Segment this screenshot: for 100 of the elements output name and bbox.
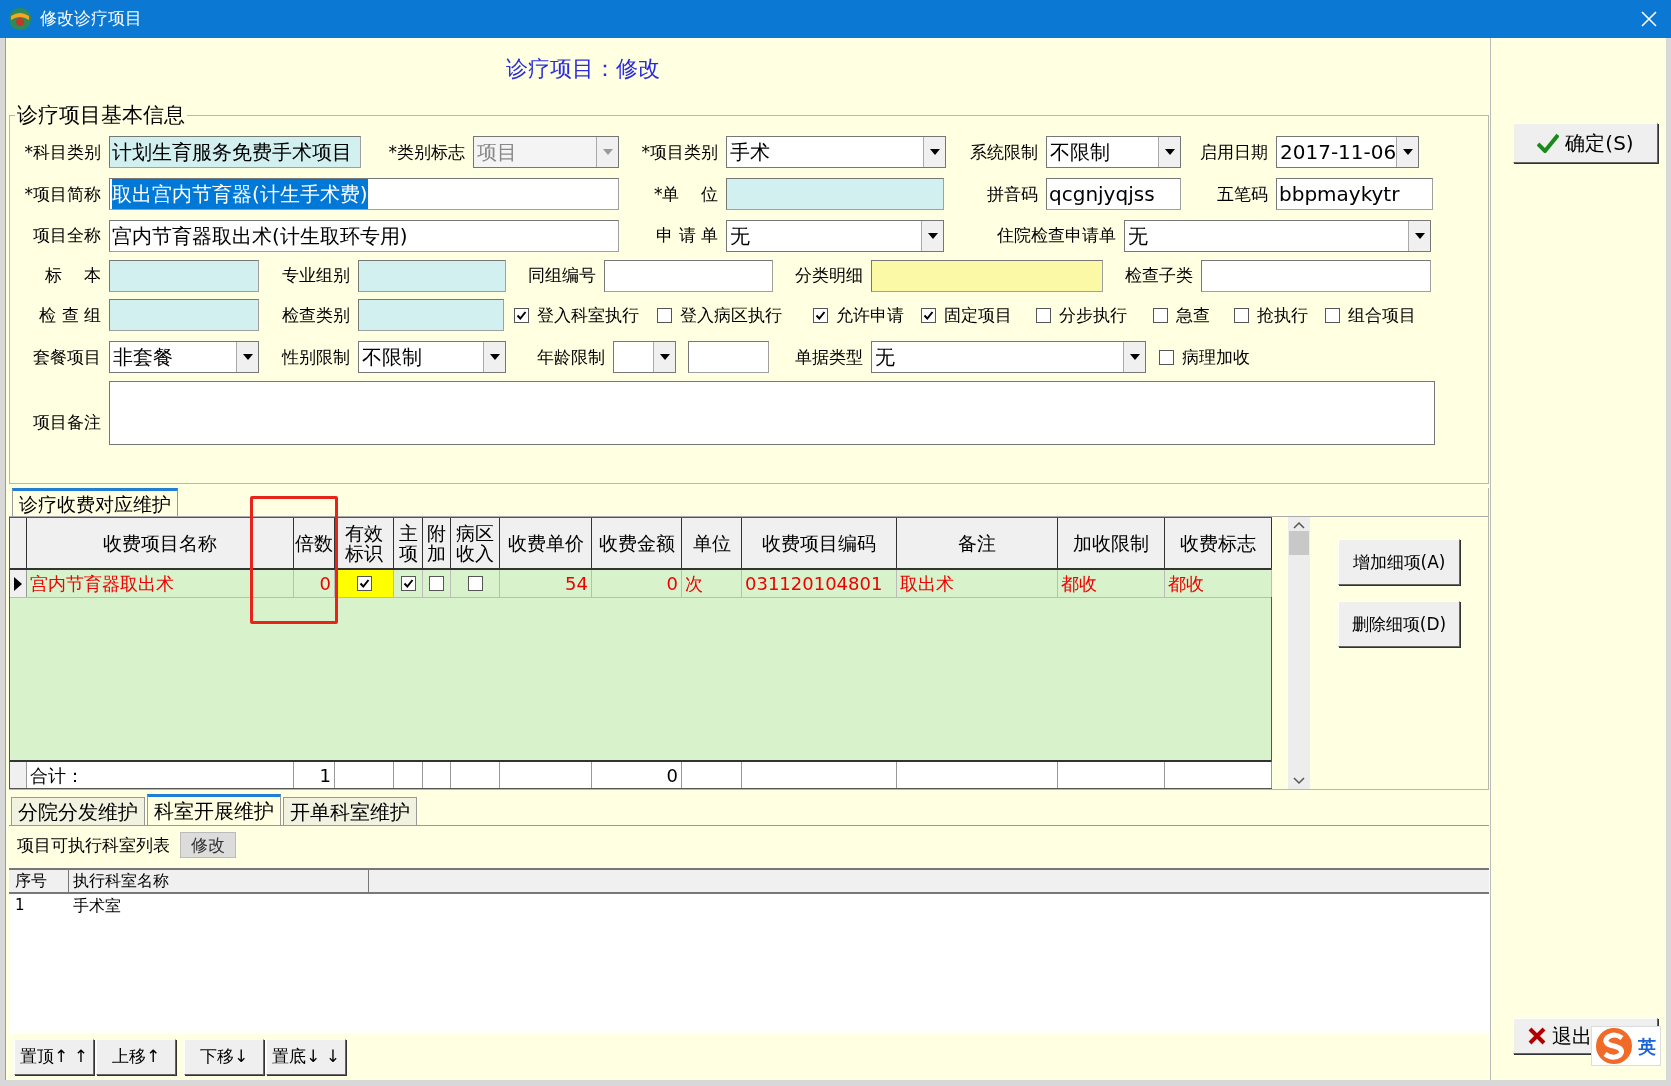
field-label: *单 位 bbox=[652, 182, 719, 206]
table-cell: 0 bbox=[294, 570, 335, 598]
table-cell: 都收 bbox=[1058, 570, 1165, 598]
column-header[interactable]: 收费标志 bbox=[1165, 518, 1272, 569]
checkbox[interactable] bbox=[921, 307, 936, 323]
input-field[interactable] bbox=[688, 341, 769, 374]
move-button[interactable]: 上移↑ bbox=[96, 1039, 176, 1076]
field-label: 住院检查申请单 bbox=[996, 224, 1117, 248]
move-button[interactable]: 置顶↑ ↑ bbox=[14, 1039, 94, 1076]
column-header[interactable]: 倍数 bbox=[294, 518, 335, 569]
field-label: 分类明细 bbox=[794, 264, 864, 288]
dropdown-field[interactable] bbox=[613, 341, 676, 374]
dropdown-field[interactable]: 不限制 bbox=[1046, 136, 1181, 169]
column-header[interactable]: 主项 bbox=[394, 518, 423, 569]
column-header[interactable]: 收费项目名称 bbox=[27, 518, 294, 569]
checkbox[interactable] bbox=[1325, 307, 1340, 323]
checkbox[interactable] bbox=[1036, 307, 1051, 323]
dropdown-field[interactable]: 2017-11-06 bbox=[1276, 136, 1419, 169]
dropdown-arrow-icon[interactable] bbox=[1129, 354, 1140, 361]
field-label: *项目简称 bbox=[23, 182, 102, 206]
input-field[interactable]: 计划生育服务免费手术项目 bbox=[109, 136, 361, 169]
dropdown-arrow-icon[interactable] bbox=[242, 354, 253, 361]
delete-item-button[interactable]: 删除细项(D) bbox=[1338, 601, 1460, 648]
input-field[interactable] bbox=[109, 299, 259, 332]
table-cell-text: 0 bbox=[666, 763, 678, 788]
move-button[interactable]: 置底↓ ↓ bbox=[266, 1039, 346, 1076]
scroll-down-icon[interactable] bbox=[1293, 777, 1305, 786]
dropdown-arrow-icon[interactable] bbox=[1414, 232, 1425, 239]
column-header[interactable]: 收费单价 bbox=[500, 518, 592, 569]
dropdown-arrow-icon[interactable] bbox=[489, 354, 500, 361]
checkbox[interactable] bbox=[657, 307, 672, 323]
checkbox[interactable] bbox=[813, 307, 828, 323]
field-label: 五笔码 bbox=[1216, 182, 1269, 206]
tab[interactable]: 诊疗收费对应维护 bbox=[12, 488, 178, 517]
input-field[interactable]: 取出宫内节育器(计生手术费) bbox=[109, 178, 619, 211]
dropdown-arrow-icon[interactable] bbox=[1164, 149, 1175, 156]
row-header[interactable] bbox=[10, 570, 27, 598]
column-header[interactable]: 单位 bbox=[682, 518, 742, 569]
input-method-toast[interactable]: 英 bbox=[1591, 1026, 1661, 1066]
table-cell: 宫内节育器取出术 bbox=[27, 570, 294, 598]
column-header[interactable]: 收费项目编码 bbox=[742, 518, 897, 569]
column-header[interactable]: 收费金额 bbox=[592, 518, 682, 569]
field-label: *科目类别 bbox=[23, 140, 102, 164]
add-item-button[interactable]: 增加细项(A) bbox=[1338, 539, 1460, 586]
input-field[interactable] bbox=[358, 259, 506, 292]
input-field[interactable]: bbpmaykytr bbox=[1276, 178, 1433, 211]
input-field[interactable]: 宫内节育器取出术(计生取环专用) bbox=[109, 219, 619, 252]
column-header[interactable]: 序号 bbox=[9, 870, 69, 893]
dropdown-field[interactable]: 手术 bbox=[726, 136, 946, 169]
scroll-up-icon[interactable] bbox=[1293, 521, 1305, 530]
tab[interactable]: 科室开展维护 bbox=[147, 794, 281, 826]
close-icon[interactable] bbox=[1641, 11, 1657, 27]
input-field[interactable] bbox=[109, 259, 259, 292]
dropdown-field[interactable]: 无 bbox=[1124, 219, 1431, 252]
table-cell: 都收 bbox=[1165, 570, 1272, 598]
checkbox[interactable] bbox=[356, 576, 372, 592]
scroll-thumb[interactable] bbox=[1289, 531, 1309, 556]
column-header[interactable]: 执行科室名称 bbox=[69, 870, 369, 893]
tab[interactable]: 分院分发维护 bbox=[11, 797, 145, 826]
dropdown-arrow-icon[interactable] bbox=[927, 232, 938, 239]
dropdown-field[interactable]: 无 bbox=[726, 219, 944, 252]
input-field[interactable] bbox=[726, 178, 944, 211]
input-field[interactable] bbox=[358, 299, 504, 332]
input-field[interactable]: qcgnjyqjss bbox=[1046, 178, 1181, 211]
edit-button[interactable]: 修改 bbox=[180, 832, 236, 859]
checkbox[interactable] bbox=[1153, 307, 1168, 323]
column-header[interactable]: 病区收入 bbox=[451, 518, 500, 569]
scrollbar[interactable] bbox=[1288, 517, 1310, 790]
dropdown-arrow-icon[interactable] bbox=[929, 149, 940, 156]
checkbox-label: 组合项目 bbox=[1348, 303, 1416, 327]
confirm-button[interactable]: 确定(S) bbox=[1513, 123, 1658, 163]
window-title: 修改诊疗项目 bbox=[40, 7, 142, 31]
dropdown-field[interactable]: 无 bbox=[871, 341, 1146, 374]
column-header[interactable]: 有效标识 bbox=[335, 518, 394, 569]
move-button[interactable]: 下移↓ bbox=[184, 1039, 264, 1076]
column-header[interactable]: 附加 bbox=[423, 518, 451, 569]
dropdown-field[interactable]: 非套餐 bbox=[109, 341, 259, 374]
checkbox-label: 允许申请 bbox=[836, 303, 904, 327]
column-header[interactable]: 备注 bbox=[897, 518, 1058, 569]
dropdown-field[interactable]: 不限制 bbox=[358, 341, 506, 374]
page-heading: 诊疗项目：修改 bbox=[506, 55, 660, 84]
tab[interactable]: 开单科室维护 bbox=[283, 797, 417, 826]
field-label: *类别标志 bbox=[387, 140, 466, 164]
app-logo-icon bbox=[8, 7, 32, 31]
field-label: 年龄限制 bbox=[536, 345, 606, 369]
input-field[interactable] bbox=[1201, 259, 1431, 292]
dropdown-arrow-icon[interactable] bbox=[659, 354, 670, 361]
notes-field[interactable] bbox=[109, 381, 1435, 446]
input-field[interactable] bbox=[604, 259, 773, 292]
checkbox[interactable] bbox=[400, 576, 416, 592]
checkbox[interactable] bbox=[1234, 307, 1249, 323]
dropdown-arrow-icon[interactable] bbox=[1402, 149, 1413, 156]
table-cell: 0 bbox=[592, 570, 682, 598]
checkbox[interactable] bbox=[467, 576, 483, 592]
field-label: 性别限制 bbox=[280, 345, 351, 369]
input-field[interactable] bbox=[871, 259, 1103, 292]
checkbox[interactable] bbox=[514, 307, 529, 323]
column-header[interactable]: 加收限制 bbox=[1058, 518, 1165, 569]
checkbox[interactable] bbox=[1159, 349, 1174, 365]
checkbox[interactable] bbox=[429, 576, 444, 592]
